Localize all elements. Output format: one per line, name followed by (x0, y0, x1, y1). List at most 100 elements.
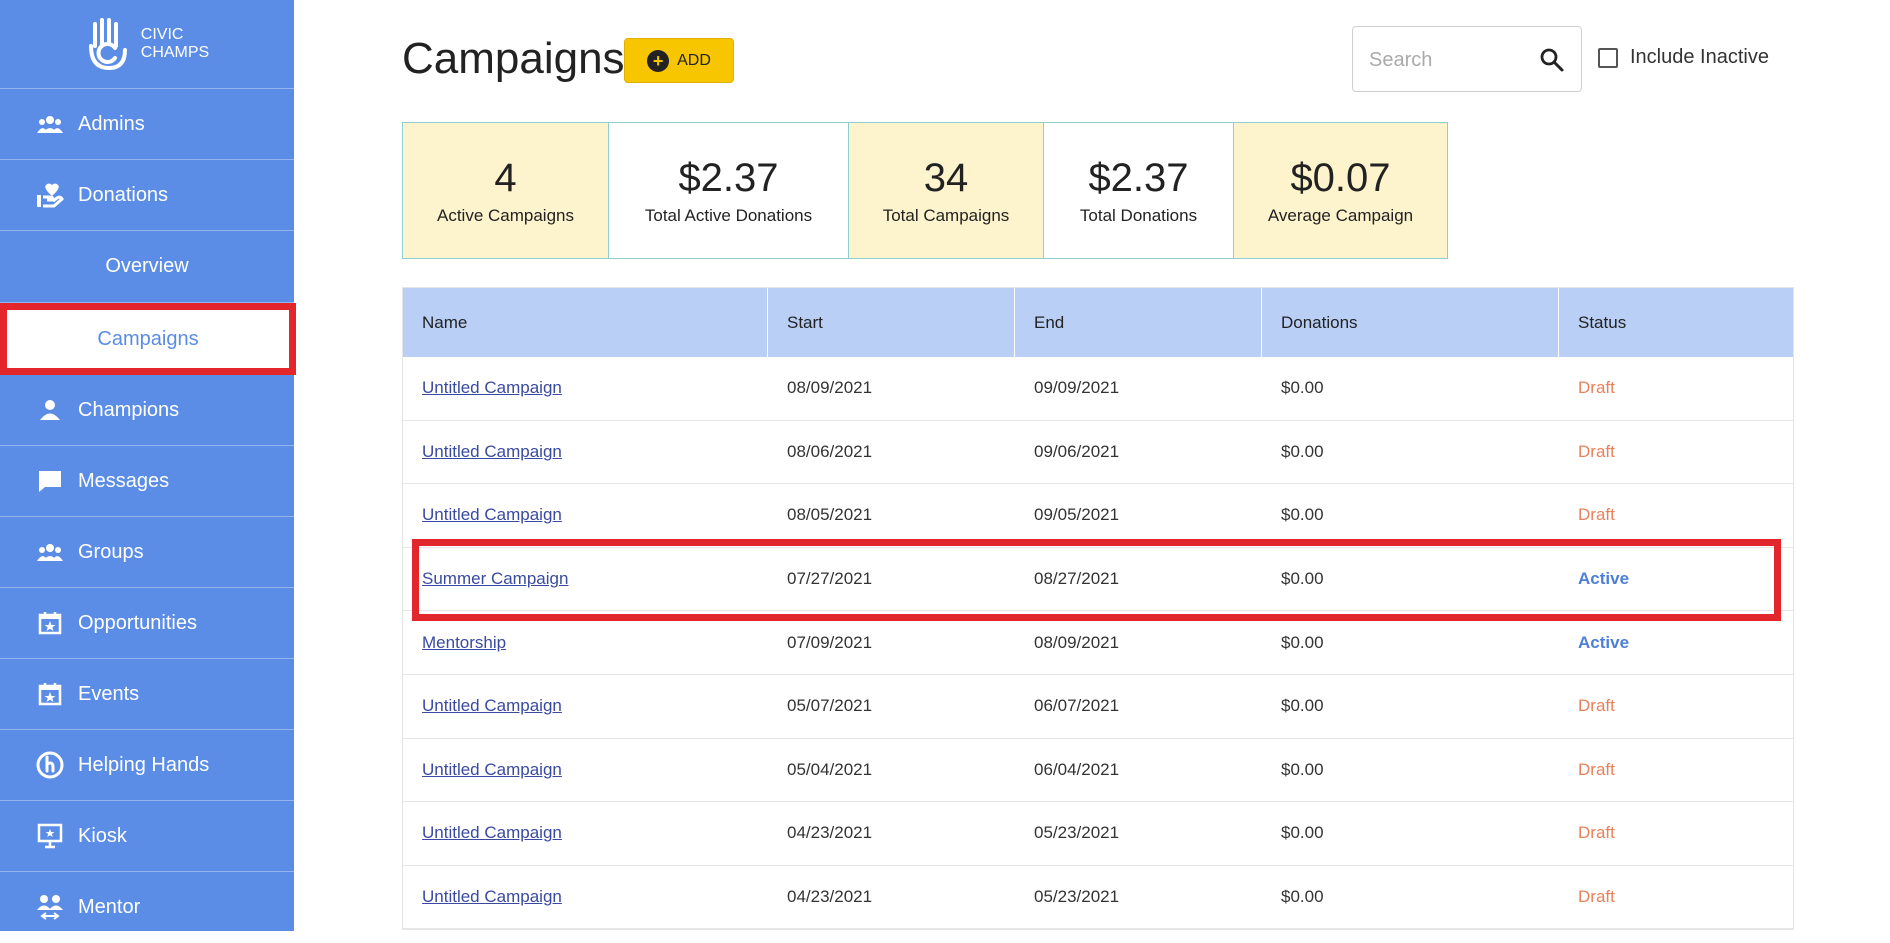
donations-amount: $0.00 (1281, 378, 1324, 398)
end-date: 08/09/2021 (1034, 632, 1120, 652)
donations-amount: $0.00 (1281, 823, 1324, 843)
status-badge: Draft (1578, 823, 1615, 843)
sidebar-item-mentor[interactable]: Mentor (0, 872, 294, 943)
campaign-name-link[interactable]: Mentorship (422, 633, 506, 652)
search-input[interactable] (1367, 47, 1531, 73)
mentor-icon (36, 893, 64, 921)
include-inactive-toggle[interactable]: Include Inactive (1598, 46, 1769, 69)
sidebar-item-overview[interactable]: Overview (0, 231, 294, 303)
kiosk-icon (36, 822, 64, 850)
chat-icon (36, 467, 64, 495)
column-header-end[interactable]: End (1015, 288, 1262, 357)
campaign-name-link[interactable]: Untitled Campaign (422, 887, 562, 906)
start-date: 05/07/2021 (787, 696, 873, 716)
campaign-name-link[interactable]: Untitled Campaign (422, 823, 562, 842)
donations-amount: $0.00 (1281, 505, 1324, 525)
status-badge: Draft (1578, 378, 1615, 398)
end-date: 05/23/2021 (1034, 887, 1120, 907)
sidebar-item-admins[interactable]: Admins (0, 89, 294, 160)
stat-total-campaigns: 34 Total Campaigns (849, 123, 1044, 258)
plus-circle-icon: + (647, 49, 670, 72)
start-date: 05/04/2021 (787, 759, 873, 779)
sidebar-item-champions[interactable]: Champions (0, 375, 294, 446)
stat-active-campaigns: 4 Active Campaigns (403, 123, 609, 258)
stat-total-active-donations: $2.37 Total Active Donations (609, 123, 849, 258)
campaign-name-link[interactable]: Untitled Campaign (422, 760, 562, 779)
sidebar-item-label: Overview (105, 255, 189, 277)
add-campaign-button[interactable]: + ADD (624, 38, 734, 83)
end-date: 05/23/2021 (1034, 823, 1120, 843)
sidebar-item-campaigns[interactable]: Campaigns (0, 303, 296, 375)
brand-line-2: CHAMPS (140, 44, 210, 61)
end-date: 08/27/2021 (1034, 569, 1120, 589)
campaigns-table: Name Start End Donations Status Untitled… (402, 287, 1794, 931)
campaign-name-link[interactable]: Untitled Campaign (422, 696, 562, 715)
column-header-name[interactable]: Name (403, 288, 768, 357)
sidebar-item-label: Events (78, 682, 140, 705)
stat-label: Average Campaign (1267, 205, 1414, 225)
donations-amount: $0.00 (1281, 441, 1324, 461)
start-date: 04/23/2021 (787, 823, 873, 843)
stats-bar: 4 Active Campaigns $2.37 Total Active Do… (402, 122, 1448, 259)
sidebar-item-groups[interactable]: Groups (0, 517, 294, 588)
column-header-donations[interactable]: Donations (1262, 288, 1559, 357)
civic-champs-logo[interactable]: CIVIC CHAMPS (0, 0, 294, 89)
stat-value: $2.37 (1088, 155, 1189, 200)
table-row: Summer Campaign 07/27/2021 08/27/2021 $0… (403, 548, 1793, 612)
start-date: 07/27/2021 (787, 569, 873, 589)
end-date: 09/09/2021 (1034, 378, 1120, 398)
search-icon[interactable] (1539, 47, 1565, 73)
include-inactive-checkbox[interactable] (1598, 47, 1618, 68)
group-icon (36, 538, 64, 566)
campaign-name-link[interactable]: Summer Campaign (422, 569, 568, 588)
stat-label: Total Campaigns (882, 205, 1010, 225)
status-badge: Draft (1578, 887, 1615, 907)
helping-hands-icon (36, 751, 64, 779)
status-badge: Draft (1578, 759, 1615, 779)
stat-total-donations: $2.37 Total Donations (1044, 123, 1234, 258)
sidebar-item-kiosk[interactable]: Kiosk (0, 801, 294, 872)
column-header-status[interactable]: Status (1559, 288, 1793, 357)
sidebar-item-messages[interactable]: Messages (0, 446, 294, 517)
stat-value: 34 (923, 155, 969, 200)
start-date: 08/09/2021 (787, 378, 873, 398)
sidebar-item-donations[interactable]: Donations (0, 160, 294, 231)
sidebar-item-label: Groups (78, 540, 144, 563)
stat-value: 4 (494, 155, 517, 200)
status-badge: Draft (1578, 696, 1615, 716)
sidebar-item-label: Messages (78, 469, 170, 492)
include-inactive-label: Include Inactive (1630, 46, 1769, 68)
status-badge: Draft (1578, 441, 1615, 461)
campaign-name-link[interactable]: Untitled Campaign (422, 378, 562, 397)
status-badge: Draft (1578, 505, 1615, 525)
sidebar-item-label: Mentor (78, 895, 141, 918)
stat-label: Total Active Donations (644, 205, 813, 225)
table-row: Untitled Campaign 08/09/2021 09/09/2021 … (403, 357, 1793, 421)
campaign-name-link[interactable]: Untitled Campaign (422, 505, 562, 524)
sidebar-item-label: Donations (78, 183, 169, 206)
donations-amount: $0.00 (1281, 759, 1324, 779)
status-badge: Active (1578, 569, 1630, 589)
sidebar-item-label: Opportunities (78, 611, 197, 634)
sidebar-item-helping-hands[interactable]: Helping Hands (0, 730, 294, 801)
table-row: Untitled Campaign 08/06/2021 09/06/2021 … (403, 421, 1793, 485)
end-date: 09/05/2021 (1034, 505, 1120, 525)
campaign-name-link[interactable]: Untitled Campaign (422, 442, 562, 461)
start-date: 04/23/2021 (787, 887, 873, 907)
stat-value: $2.37 (678, 155, 779, 200)
start-date: 08/05/2021 (787, 505, 873, 525)
column-header-start[interactable]: Start (768, 288, 1015, 357)
stat-label: Active Campaigns (436, 205, 574, 225)
stat-value: $0.07 (1290, 155, 1391, 200)
start-date: 07/09/2021 (787, 632, 873, 652)
sidebar-item-label: Campaigns (97, 327, 199, 350)
person-icon (36, 396, 64, 424)
sidebar-item-label: Admins (78, 112, 145, 135)
donations-amount: $0.00 (1281, 887, 1324, 907)
end-date: 06/07/2021 (1034, 696, 1120, 716)
sidebar-item-events[interactable]: Events (0, 659, 294, 730)
sidebar-item-opportunities[interactable]: Opportunities (0, 588, 294, 659)
status-badge: Active (1578, 632, 1630, 652)
start-date: 08/06/2021 (787, 441, 873, 461)
search-box[interactable] (1352, 26, 1582, 92)
